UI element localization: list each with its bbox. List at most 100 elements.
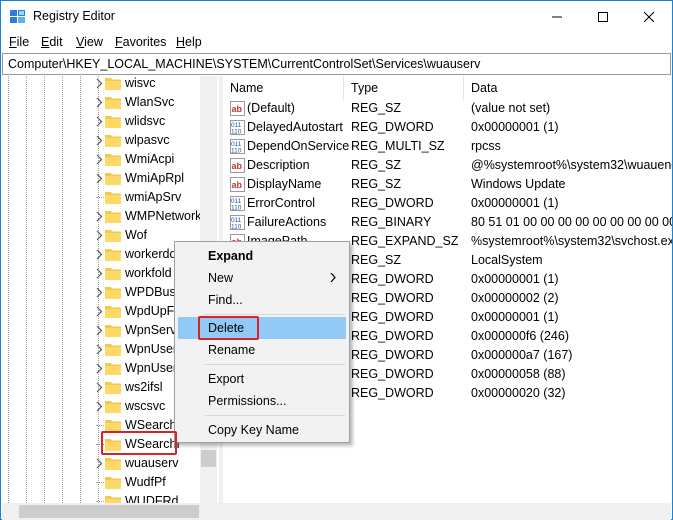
chevron-right-icon[interactable]	[94, 287, 104, 298]
chevron-right-icon[interactable]	[94, 382, 104, 393]
context-item-expand[interactable]: Expand	[178, 245, 346, 267]
tree-item[interactable]: WmiApRpl	[2, 169, 219, 188]
registry-editor-icon	[10, 10, 25, 23]
value-data: Windows Update	[471, 177, 566, 191]
value-row[interactable]: 011 110 FailureActions REG_BINARY 80 51 01 0…	[223, 213, 672, 232]
value-data: 0x00000001 (1)	[471, 196, 559, 210]
chevron-right-icon[interactable]	[94, 230, 104, 241]
tree-item-label: wuauserv	[125, 456, 179, 470]
tree-item[interactable]: WlanSvc	[2, 93, 219, 112]
maximize-button[interactable]	[580, 1, 626, 32]
svg-text:110: 110	[231, 205, 242, 212]
tree-item[interactable]: WudfPf	[2, 473, 219, 492]
minimize-icon	[552, 16, 562, 17]
tree-item-label: WmiApRpl	[125, 171, 185, 185]
chevron-right-icon[interactable]	[94, 325, 104, 336]
tree-item[interactable]: WUDFRd	[2, 492, 219, 503]
folder-icon	[105, 399, 121, 413]
folder-icon	[105, 323, 121, 337]
context-item-export[interactable]: Export	[178, 368, 346, 390]
tree-item-label: workerdd	[125, 247, 177, 261]
menu-file[interactable]: File	[9, 35, 29, 49]
tree-item[interactable]: WmiAcpi	[2, 150, 219, 169]
folder-icon	[105, 456, 121, 470]
tree-item[interactable]: WMPNetwork	[2, 207, 219, 226]
value-data: 0x00000001 (1)	[471, 120, 559, 134]
chevron-right-icon[interactable]	[94, 211, 104, 222]
value-row[interactable]: 011 110 ErrorControl REG_DWORD 0x00000001 (1…	[223, 194, 672, 213]
context-item-new[interactable]: New	[178, 267, 346, 289]
address-path: Computer\HKEY_LOCAL_MACHINE\SYSTEM\Curre…	[8, 57, 481, 71]
maximize-icon	[598, 11, 608, 22]
menu-help[interactable]: Help	[176, 35, 202, 49]
tree-item[interactable]: wlpasvc	[2, 131, 219, 150]
folder-icon	[105, 418, 121, 432]
value-row[interactable]: ab Description REG_SZ @%systemroot%\system3…	[223, 156, 672, 175]
chevron-right-icon[interactable]	[94, 135, 104, 146]
menu-favorites[interactable]: Favorites	[115, 35, 166, 49]
submenu-arrow-icon	[330, 273, 336, 282]
value-data: %systemroot%\system32\svchost.exe	[471, 234, 672, 248]
tree-connector	[96, 444, 104, 445]
chevron-right-icon[interactable]	[94, 306, 104, 317]
tree-item-label: WSearch	[125, 418, 177, 432]
tree-item-label: WpnUser	[125, 361, 178, 375]
folder-icon	[105, 342, 121, 356]
chevron-right-icon[interactable]	[94, 154, 104, 165]
value-data: (value not set)	[471, 101, 551, 115]
tree-item-label: workfold	[125, 266, 172, 280]
context-item-delete[interactable]: Delete	[178, 317, 346, 339]
address-bar[interactable]: Computer\HKEY_LOCAL_MACHINE\SYSTEM\Curre…	[2, 53, 671, 75]
value-type: REG_SZ	[351, 177, 402, 191]
tree-connector	[96, 501, 104, 502]
chevron-right-icon[interactable]	[94, 363, 104, 374]
value-type: REG_DWORD	[351, 310, 434, 324]
value-row[interactable]: ab (Default) REG_SZ (value not set)	[223, 99, 672, 118]
column-header-type[interactable]: Type	[344, 76, 464, 100]
close-button[interactable]	[626, 1, 672, 32]
svg-text:110: 110	[231, 224, 242, 231]
svg-text:110: 110	[231, 148, 242, 155]
chevron-right-icon[interactable]	[94, 97, 104, 108]
chevron-right-icon[interactable]	[94, 249, 104, 260]
context-item-permissions[interactable]: Permissions...	[178, 390, 346, 412]
value-name: DisplayName	[247, 177, 322, 191]
tree-item[interactable]: wlidsvc	[2, 112, 219, 131]
chevron-right-icon[interactable]	[94, 116, 104, 127]
folder-icon	[105, 437, 121, 451]
column-header-data[interactable]: Data	[464, 76, 672, 100]
value-type: REG_DWORD	[351, 196, 434, 210]
value-name: (Default)	[247, 101, 295, 115]
column-header-name[interactable]: Name	[223, 76, 344, 100]
value-type: REG_DWORD	[351, 348, 434, 362]
chevron-right-icon[interactable]	[94, 458, 104, 469]
chevron-right-icon[interactable]	[94, 344, 104, 355]
context-separator	[205, 415, 345, 416]
value-type: REG_DWORD	[351, 120, 434, 134]
tree-item[interactable]: wisvc	[2, 76, 219, 93]
tree-item[interactable]: wuauserv	[2, 454, 219, 473]
chevron-right-icon[interactable]	[94, 78, 104, 89]
context-item-copy-key-name[interactable]: Copy Key Name	[178, 419, 346, 441]
menu-edit[interactable]: Edit	[41, 35, 63, 49]
horizontal-scroll-thumb[interactable]	[19, 505, 199, 518]
value-row[interactable]: 011 110 DependOnService REG_MULTI_SZ rpcss	[223, 137, 672, 156]
context-item-find[interactable]: Find...	[178, 289, 346, 311]
value-type: REG_SZ	[351, 158, 402, 172]
context-item-rename[interactable]: Rename	[178, 339, 346, 361]
value-row[interactable]: 011 110 DelayedAutostart REG_DWORD 0x0000000…	[223, 118, 672, 137]
minimize-button[interactable]	[534, 1, 580, 32]
menu-view[interactable]: View	[76, 35, 103, 49]
tree-item[interactable]: wmiApSrv	[2, 188, 219, 207]
value-row[interactable]: ab DisplayName REG_SZ Windows Update	[223, 175, 672, 194]
chevron-right-icon[interactable]	[94, 173, 104, 184]
tree-scroll-thumb[interactable]	[201, 450, 216, 467]
chevron-right-icon[interactable]	[94, 268, 104, 279]
context-separator	[205, 364, 345, 365]
chevron-right-icon[interactable]	[94, 401, 104, 412]
value-data: 80 51 01 00 00 00 00 00 00 00 00 00 03 0	[471, 215, 672, 229]
binary-value-icon: 011110	[230, 196, 245, 212]
tree-item-label: wlpasvc	[125, 133, 170, 147]
value-data: 0x00000002 (2)	[471, 291, 559, 305]
string-value-icon: ab	[230, 177, 245, 192]
